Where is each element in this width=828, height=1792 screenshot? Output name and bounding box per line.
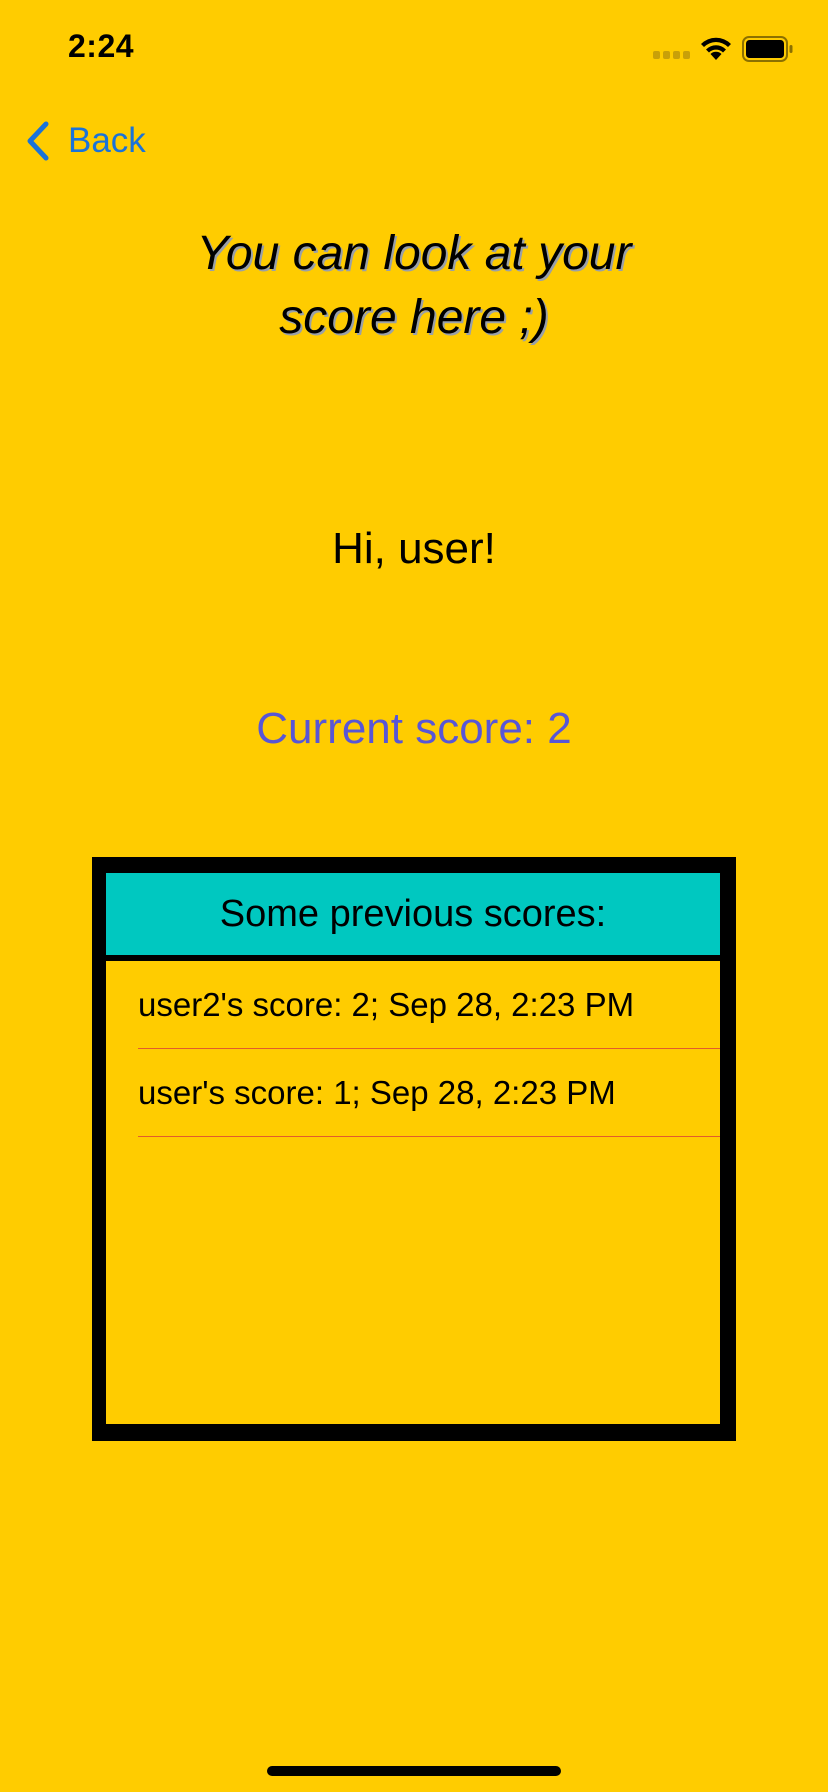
score-row-text: user2's score: 2; Sep 28, 2:23 PM <box>138 986 635 1023</box>
status-time: 2:24 <box>68 28 135 64</box>
battery-icon <box>742 36 793 62</box>
page-title: You can look at your score here ;) <box>0 222 828 350</box>
current-score-label: Current score: 2 <box>256 704 572 753</box>
wifi-icon <box>701 37 731 60</box>
score-row[interactable]: user's score: 1; Sep 28, 2:23 PM <box>106 1049 720 1137</box>
previous-scores-panel: Some previous scores: user2's score: 2; … <box>92 857 736 1441</box>
page-title-text: You can look at your score here ;) <box>196 227 632 344</box>
previous-scores-list[interactable]: user2's score: 2; Sep 28, 2:23 PM user's… <box>106 961 720 1424</box>
screen: 2:24 Back You can look at your score her… <box>0 0 828 1792</box>
previous-scores-header: Some previous scores: <box>106 873 720 955</box>
score-row[interactable]: user2's score: 2; Sep 28, 2:23 PM <box>106 961 720 1049</box>
chevron-left-icon <box>27 121 49 161</box>
score-row-text: user's score: 1; Sep 28, 2:23 PM <box>138 1074 616 1111</box>
cellular-signal-icon <box>653 51 690 59</box>
row-separator <box>138 1136 720 1137</box>
back-label: Back <box>68 121 146 160</box>
back-button[interactable]: Back <box>24 118 146 164</box>
home-indicator[interactable] <box>267 1766 561 1776</box>
greeting-label: Hi, user! <box>332 524 496 573</box>
